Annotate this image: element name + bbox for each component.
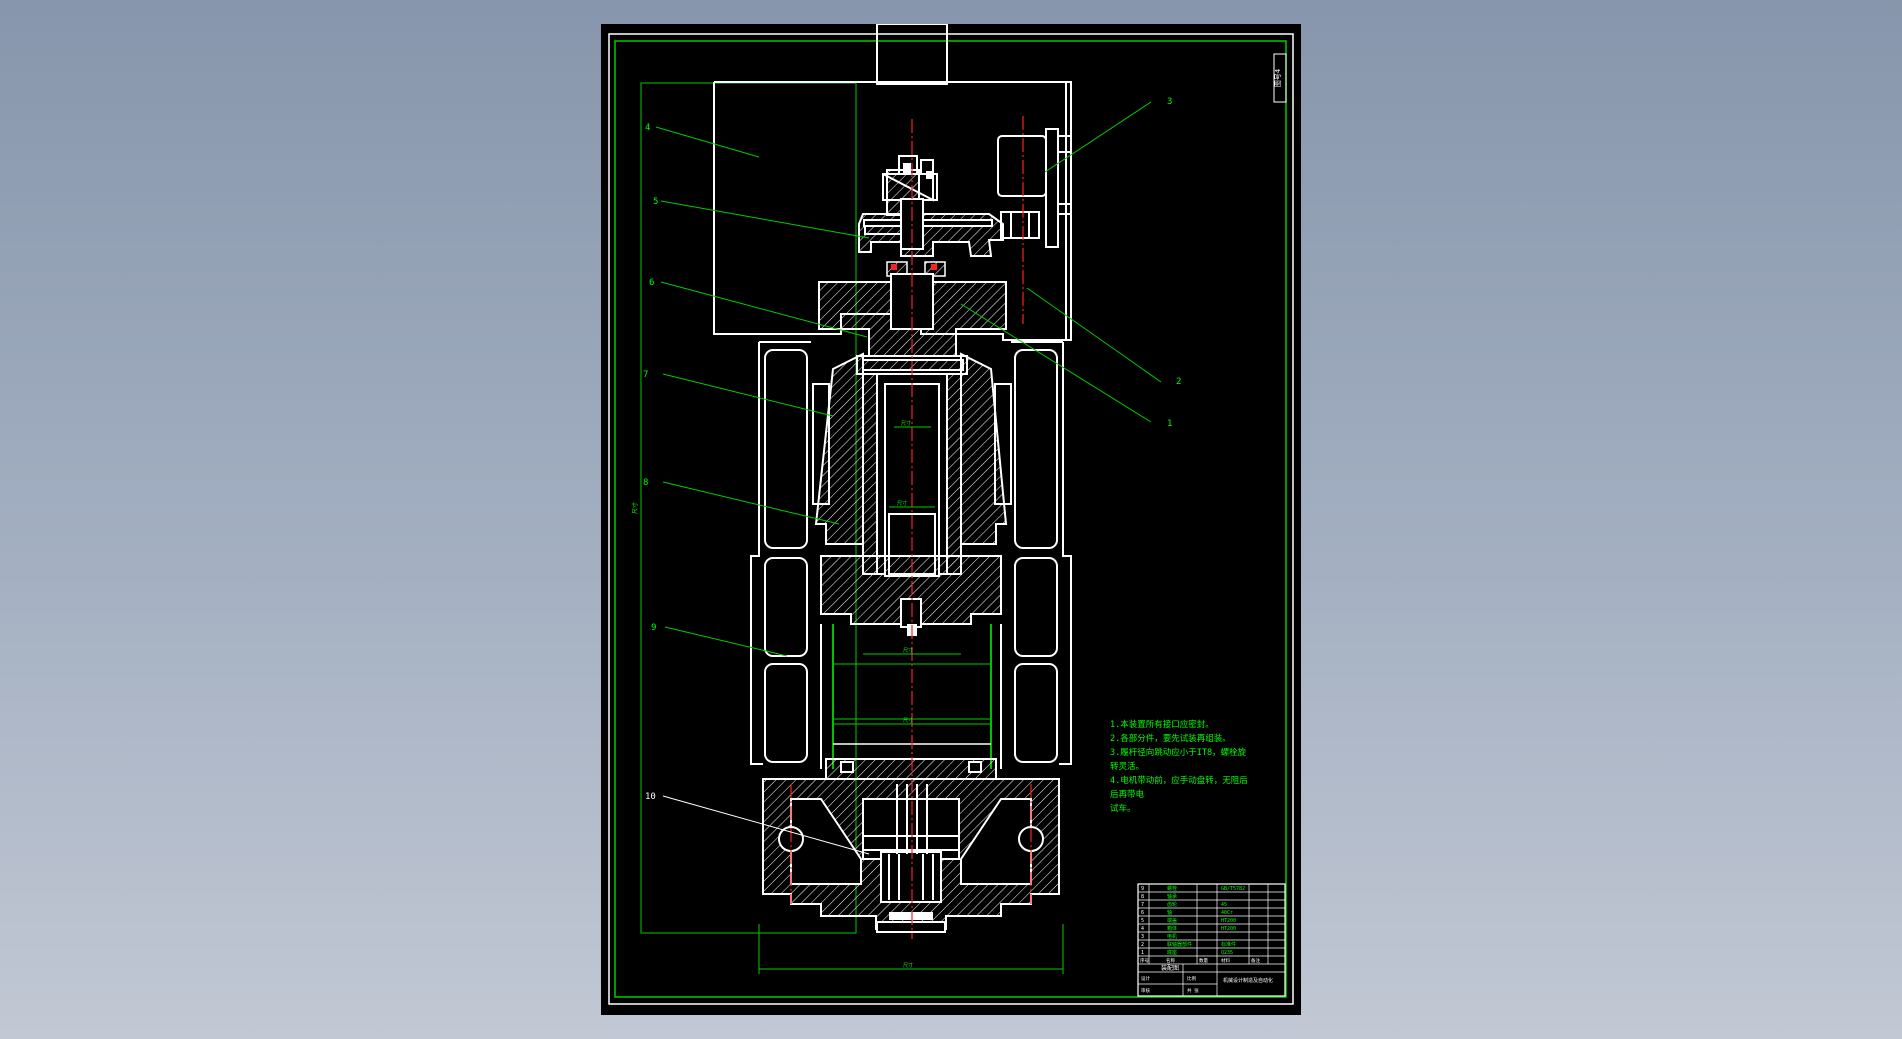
bom-row-spec: 40Cr (1221, 910, 1233, 916)
title-sign-cell: 比例 (1187, 975, 1196, 982)
dim-cylinder: 尺寸 (903, 717, 913, 724)
note-3: 3.履杆径向跳动应小于IT8，螺栓旋 (1110, 747, 1247, 758)
sheet-code: 图号4 (1274, 69, 1282, 87)
bom-row-no: 7 (1141, 902, 1144, 908)
bom-header-cell: 序号 (1140, 957, 1149, 964)
bom-header-cell: 数量 (1199, 957, 1208, 964)
note-2: 2.各部分件，要先试装再组装。 (1110, 733, 1231, 744)
dim-base-width: 尺寸 (903, 962, 913, 969)
dim-bore-upper: 尺寸 (901, 420, 911, 427)
label-4: 4 (645, 123, 650, 133)
title-sign-cell: 审核 (1141, 987, 1150, 994)
bom-header-cell: 备注 (1251, 957, 1260, 964)
bom-row-spec: 45 (1221, 902, 1227, 908)
label-9: 9 (651, 623, 656, 633)
bom-header-cell: 名称 (1166, 957, 1175, 964)
label-3: 3 (1167, 97, 1172, 107)
bom-row-no: 9 (1141, 886, 1144, 892)
bom-row-name: 端盖 (1167, 917, 1177, 924)
note-4b: 后再带电 (1110, 789, 1145, 800)
dim-overall-height: 尺寸 (631, 502, 639, 514)
bom-row-no: 1 (1141, 950, 1144, 956)
title-sign-cell: 设计 (1141, 975, 1150, 982)
title-block-company: 机械设计制造及自动化 (1223, 977, 1273, 984)
bom-row-name: 箱体 (1167, 925, 1177, 932)
label-2: 2 (1176, 377, 1181, 387)
technical-notes: 1.本装置所有接口应密封。 2.各部分件，要先试装再组装。 3.履杆径向跳动应小… (1110, 719, 1248, 814)
base-assembly (762, 758, 1060, 933)
note-4: 4.电机带动前，应手动盘转，无阻后 (1110, 775, 1248, 786)
title-block: 装配图 机械设计制造及自动化 (1137, 883, 1286, 997)
bom-row-name: 齿轮 (1167, 901, 1177, 908)
label-10: 10 (645, 792, 656, 802)
bom-row-name: 轴承 (1167, 893, 1177, 900)
label-5: 5 (653, 197, 658, 207)
drawing-canvas: 图号4 尺寸 尺寸 尺寸 尺寸 尺寸 尺寸 4 5 6 7 8 9 10 3 2… (608, 23, 1294, 1005)
note-3b: 转灵活。 (1110, 761, 1144, 772)
note-1: 1.本装置所有接口应密封。 (1110, 719, 1214, 730)
label-6: 6 (649, 278, 654, 288)
label-1: 1 (1167, 419, 1172, 429)
gear-train (858, 155, 1004, 257)
motor (997, 128, 1071, 248)
bom-row-spec: 标准件 (1221, 941, 1236, 948)
dim-piston: 尺寸 (903, 647, 913, 654)
piston (820, 555, 1002, 769)
bom-row-no: 5 (1141, 918, 1144, 924)
title-sign-cell: 共 张 (1187, 987, 1199, 994)
dim-bore-lower: 尺寸 (897, 500, 907, 507)
label-8: 8 (643, 478, 648, 488)
bom-row-name: 电机 (1167, 933, 1177, 940)
bom-row-spec: HT200 (1221, 918, 1236, 924)
cad-viewport[interactable]: 图号4 尺寸 尺寸 尺寸 尺寸 尺寸 尺寸 4 5 6 7 8 9 10 3 2… (0, 0, 1902, 1039)
bom-row-no: 4 (1141, 926, 1144, 932)
bom-row-no: 8 (1141, 894, 1144, 900)
bom-row-name: 联轴器部件 (1167, 941, 1192, 948)
bom-header-cell: 材料 (1221, 957, 1230, 964)
bom-row-spec: HT200 (1221, 926, 1236, 932)
drawing-sheet: 图号4 尺寸 尺寸 尺寸 尺寸 尺寸 尺寸 4 5 6 7 8 9 10 3 2… (601, 23, 1301, 1015)
bom-row-no: 6 (1141, 910, 1144, 916)
bom-row-no: 3 (1141, 934, 1144, 940)
bom-row-name: 轴 (1167, 909, 1172, 916)
label-7: 7 (643, 370, 648, 380)
bom-row-no: 2 (1141, 942, 1144, 948)
bom-row-spec: GB/T5782 (1221, 886, 1245, 892)
bom-row-name: 螺栓 (1167, 885, 1177, 892)
note-4c: 试车。 (1110, 803, 1136, 814)
title-block-drawing-name: 装配图 (1161, 964, 1179, 972)
bom-row-name: 底座 (1167, 949, 1177, 956)
bom-row-spec: Q235 (1221, 950, 1233, 956)
